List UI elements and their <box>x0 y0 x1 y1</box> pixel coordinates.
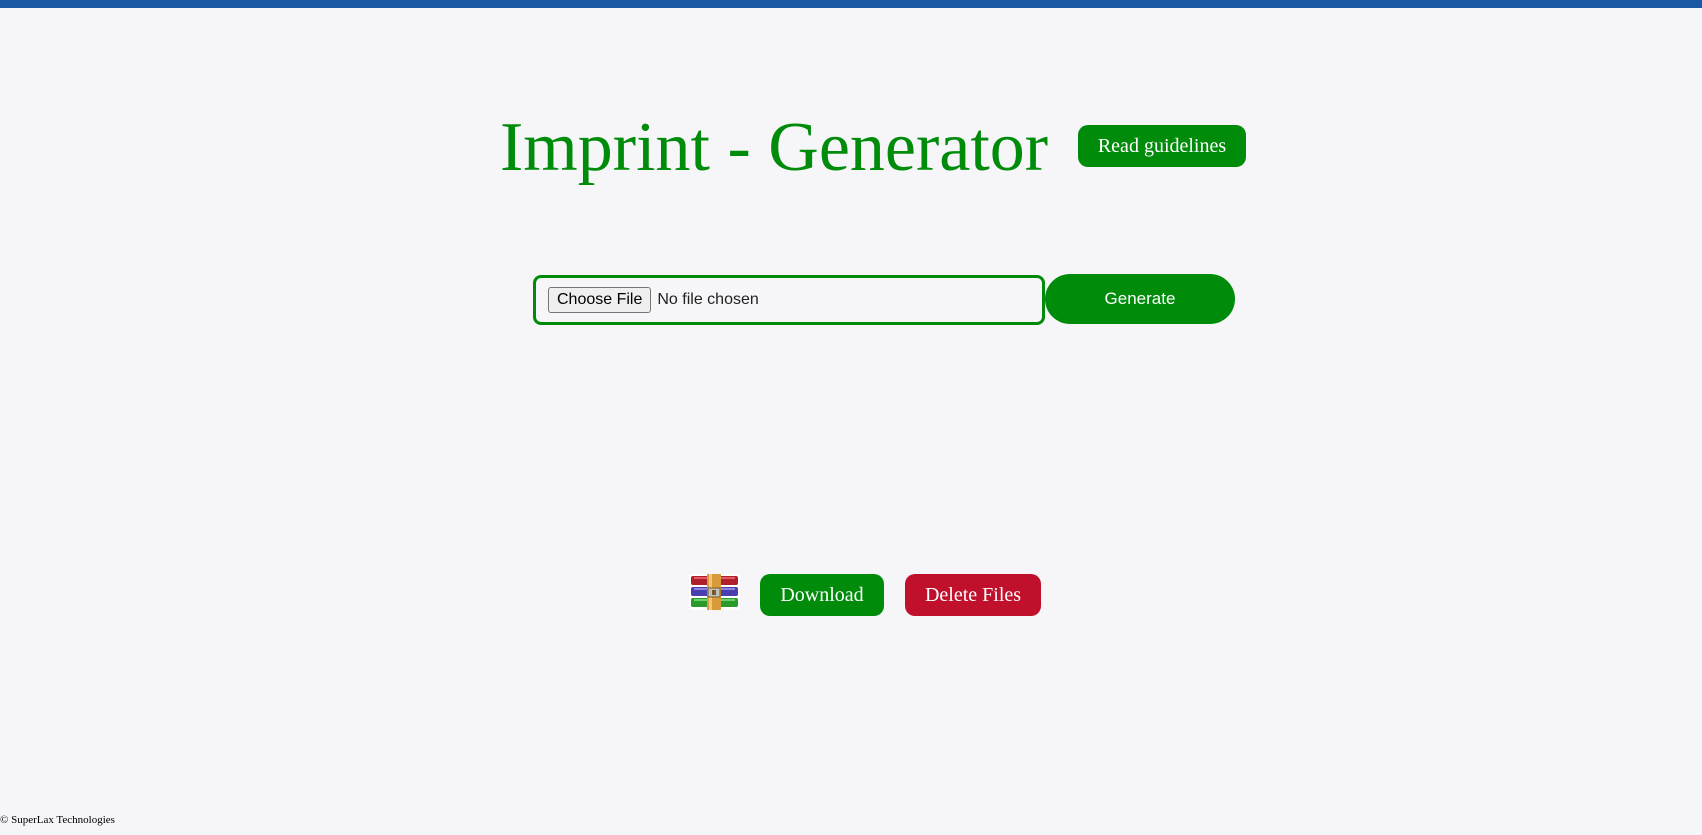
delete-files-button[interactable]: Delete Files <box>905 574 1041 616</box>
file-status-text: No file chosen <box>657 291 759 308</box>
choose-file-button[interactable]: Choose File <box>548 287 652 313</box>
footer-copyright: © SuperLax Technologies <box>0 814 115 826</box>
page-title: Imprint - Generator <box>500 109 1049 186</box>
download-button[interactable]: Download <box>760 574 884 616</box>
read-guidelines-button[interactable]: Read guidelines <box>1078 125 1246 167</box>
top-bar <box>0 0 1702 8</box>
file-upload-field[interactable]: Choose File No file chosen <box>533 275 1045 325</box>
archive-icon <box>689 574 740 610</box>
generate-button[interactable]: Generate <box>1045 274 1235 324</box>
